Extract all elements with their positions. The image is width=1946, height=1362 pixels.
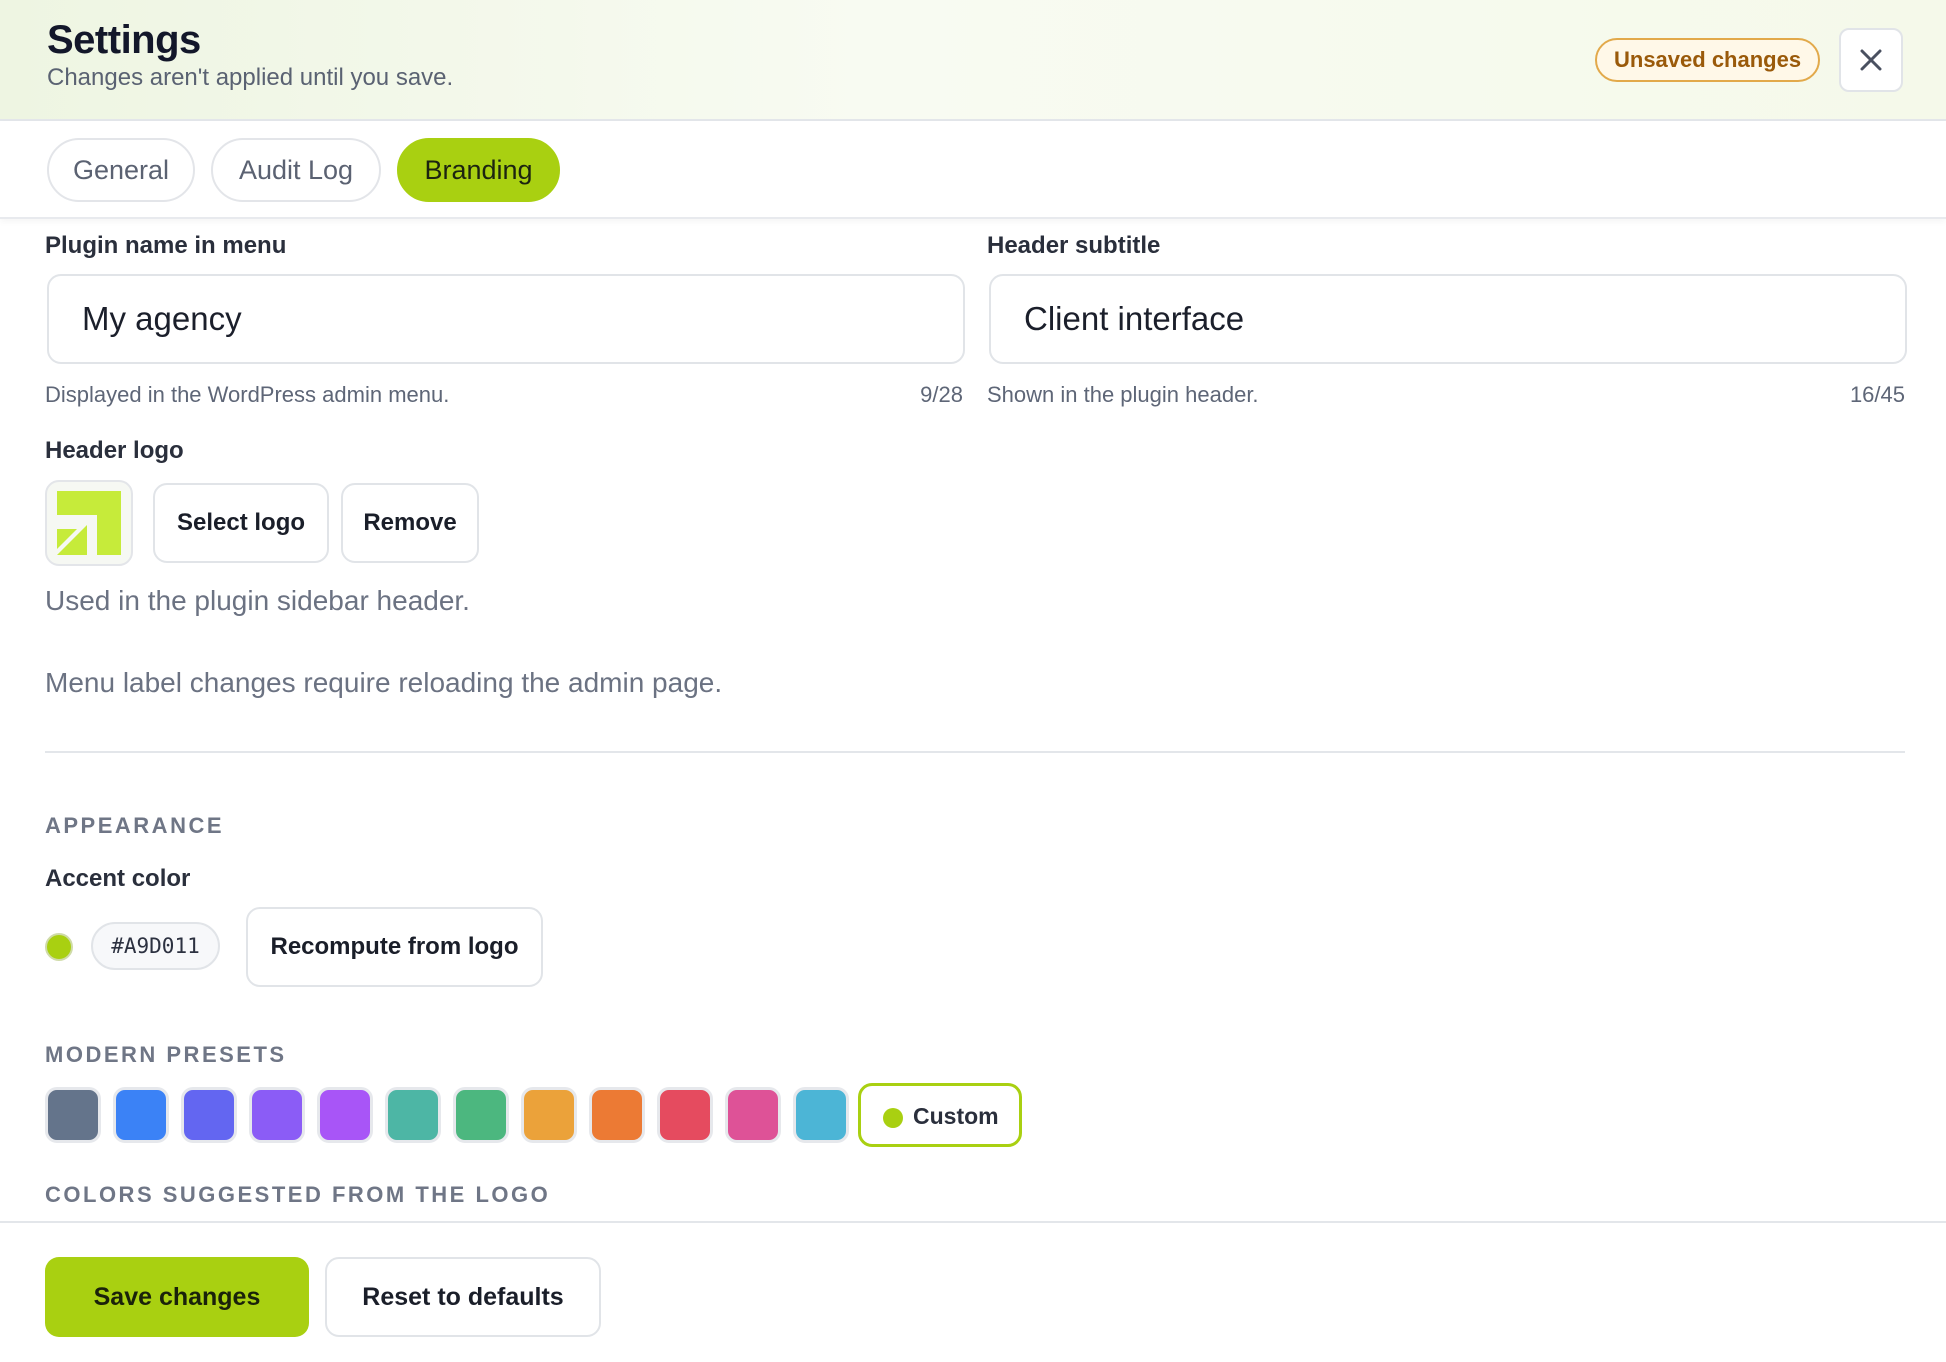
preset-swatch[interactable]	[725, 1087, 781, 1143]
header-subtitle-label: Header subtitle	[987, 232, 1161, 259]
section-divider	[45, 751, 1905, 753]
remove-logo-button[interactable]: Remove	[341, 483, 479, 563]
save-changes-button[interactable]: Save changes	[45, 1257, 309, 1337]
preset-swatch[interactable]	[181, 1087, 237, 1143]
close-button[interactable]	[1839, 28, 1903, 92]
preset-swatch[interactable]	[589, 1087, 645, 1143]
accent-hex-value[interactable]: #A9D011	[91, 922, 220, 970]
preset-swatch[interactable]	[385, 1087, 441, 1143]
preset-swatch[interactable]	[317, 1087, 373, 1143]
header-subtitle-counter: 16/45	[1849, 382, 1905, 407]
tabs-bar: General Audit Log Branding	[0, 121, 1946, 219]
page-subtitle: Changes aren't applied until you save.	[47, 64, 454, 91]
logo-hint: Used in the plugin sidebar header.	[45, 585, 470, 616]
preset-swatch[interactable]	[45, 1087, 101, 1143]
header-subtitle-hint: Shown in the plugin header.	[987, 382, 1259, 407]
preset-swatch[interactable]	[453, 1087, 509, 1143]
recompute-from-logo-button[interactable]: Recompute from logo	[246, 907, 543, 987]
header-logo-label: Header logo	[45, 437, 184, 464]
accent-color-dot[interactable]	[45, 933, 73, 961]
preset-swatch[interactable]	[793, 1087, 849, 1143]
logo-preview	[45, 480, 133, 566]
modern-presets-title: MODERN PRESETS	[45, 1042, 287, 1067]
plugin-name-hint: Displayed in the WordPress admin menu.	[45, 382, 450, 407]
tab-general[interactable]: General	[47, 138, 195, 202]
plugin-name-input[interactable]: My agency	[47, 274, 965, 364]
select-logo-button[interactable]: Select logo	[153, 483, 329, 563]
close-icon	[1860, 49, 1882, 71]
appearance-section-title: APPEARANCE	[45, 813, 225, 838]
agency-logo-image	[57, 491, 121, 555]
plugin-name-counter: 9/28	[920, 382, 963, 407]
page-title: Settings	[47, 18, 201, 62]
unsaved-changes-badge: Unsaved changes	[1595, 38, 1821, 82]
preset-swatch[interactable]	[657, 1087, 713, 1143]
reset-to-defaults-button[interactable]: Reset to defaults	[325, 1257, 601, 1337]
tab-branding[interactable]: Branding	[397, 138, 560, 202]
custom-color-dot	[883, 1108, 903, 1128]
footer-bar: Save changes Reset to defaults	[0, 1221, 1946, 1362]
reload-note: Menu label changes require reloading the…	[45, 667, 723, 698]
custom-color-label: Custom	[913, 1103, 999, 1129]
tab-audit-log[interactable]: Audit Log	[211, 138, 381, 202]
preset-swatch[interactable]	[521, 1087, 577, 1143]
preset-swatch[interactable]	[113, 1087, 169, 1143]
suggested-colors-title: COLORS SUGGESTED FROM THE LOGO	[45, 1182, 551, 1207]
settings-header: Settings Changes aren't applied until yo…	[0, 0, 1946, 121]
header-subtitle-input[interactable]: Client interface	[989, 274, 1907, 364]
accent-color-label: Accent color	[45, 865, 191, 892]
plugin-name-label: Plugin name in menu	[45, 232, 287, 259]
custom-color-button[interactable]: Custom	[858, 1083, 1022, 1147]
preset-swatch[interactable]	[249, 1087, 305, 1143]
